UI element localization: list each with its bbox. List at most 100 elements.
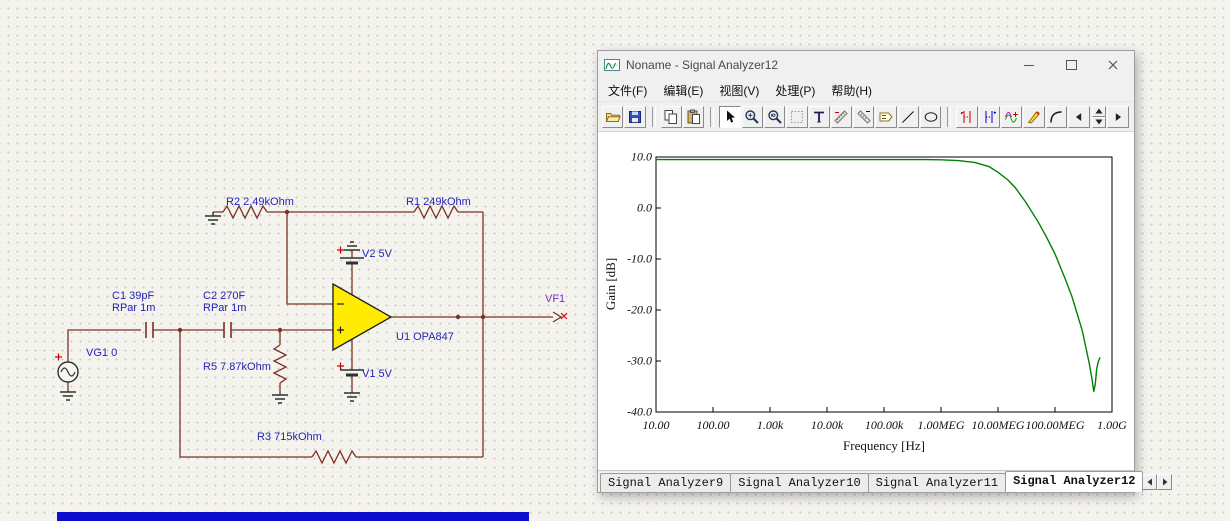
y-tick-label: -30.0	[627, 353, 652, 368]
ruler-a-icon	[834, 109, 849, 124]
resistor-r2[interactable]: R2 2.49kOhm	[205, 196, 294, 225]
label-c2: C2 270F	[203, 290, 245, 302]
text-tool-icon	[814, 111, 825, 122]
tab-signal-analyzer12[interactable]: Signal Analyzer12	[1005, 471, 1144, 492]
chart-region[interactable]: Gain [dB] Frequency [Hz] 10.00 100.00 1.00…	[598, 132, 1134, 472]
zoom-in-button[interactable]	[741, 105, 763, 128]
battery-v1[interactable]: V1 5V	[337, 362, 393, 402]
close-button[interactable]	[1092, 51, 1134, 79]
label-r2: R2 2.49kOhm	[226, 196, 294, 208]
open-button[interactable]	[602, 105, 624, 128]
y-tick-label: -40.0	[627, 404, 652, 419]
tab-scroll-left-button[interactable]	[1142, 473, 1158, 490]
tab-signal-analyzer10[interactable]: Signal Analyzer10	[730, 473, 869, 492]
plot-frame	[655, 156, 1113, 413]
ground-icon	[344, 241, 360, 251]
arc-icon	[1050, 110, 1062, 123]
battery-v2[interactable]: V2 5V	[337, 241, 393, 265]
save-button[interactable]	[624, 105, 646, 128]
menu-edit[interactable]: 编辑(E)	[655, 79, 711, 102]
next-curve-button[interactable]	[1107, 105, 1130, 128]
resistor-r5[interactable]: R5 7.87kOhm	[203, 344, 288, 404]
down-arrow-icon	[1095, 119, 1103, 125]
minimize-button[interactable]	[1008, 51, 1050, 79]
titlebar[interactable]: Noname - Signal Analyzer12	[598, 51, 1134, 79]
grid-icon	[790, 110, 803, 123]
left-arrow-icon	[1147, 478, 1152, 485]
cursor-a-icon	[960, 110, 971, 123]
ground-icon	[205, 212, 221, 225]
prev-curve-button[interactable]	[1068, 105, 1091, 128]
voltage-source-vg1[interactable]: VG1 0	[55, 347, 117, 401]
ruler-a-button[interactable]	[830, 105, 853, 128]
menu-help[interactable]: 帮助(H)	[823, 79, 880, 102]
label-v2: V2 5V	[362, 248, 393, 260]
x-tick-label: 10.00	[642, 418, 670, 432]
resistor-r1[interactable]: R1 249kOhm	[406, 196, 471, 220]
cursor-b-marker-button[interactable]	[978, 105, 1001, 128]
menu-process[interactable]: 处理(P)	[767, 79, 823, 102]
select-cursor-button[interactable]	[719, 105, 741, 128]
curves-button[interactable]	[1001, 105, 1023, 128]
y-tick-label: 10.0	[631, 149, 652, 164]
label-c1-rpar: RPar 1m	[112, 302, 155, 314]
grid-button[interactable]	[786, 105, 808, 128]
x-tick-label: 100.00k	[864, 418, 904, 432]
tab-signal-analyzer11[interactable]: Signal Analyzer11	[867, 473, 1007, 492]
ellipse-tool-button[interactable]	[920, 105, 942, 128]
x-tick-label: 10.00MEG	[971, 418, 1025, 432]
label-tag-button[interactable]	[875, 105, 897, 128]
y-tick-label: 0.0	[637, 200, 652, 215]
paste-button[interactable]	[682, 105, 705, 128]
copy-icon	[664, 109, 678, 124]
plus-sign	[55, 353, 62, 361]
copy-button[interactable]	[660, 105, 682, 128]
cursor-b-icon	[985, 110, 997, 123]
app-icon	[604, 57, 620, 73]
plus-sign	[337, 362, 344, 370]
line-tool-icon	[902, 110, 915, 123]
resistor-r3[interactable]: R3 715kOhm	[257, 431, 357, 465]
label-vg1: VG1 0	[86, 347, 117, 359]
curve-spinner	[1092, 105, 1107, 128]
curves-icon	[1004, 111, 1018, 123]
cursor-a-marker-button[interactable]	[956, 105, 978, 128]
up-arrow-icon	[1095, 108, 1103, 114]
label-v1: V1 5V	[362, 368, 393, 380]
right-arrow-icon	[1115, 112, 1122, 121]
ruler-b-button[interactable]	[853, 105, 875, 128]
capacitor-c1[interactable]: C1 39pF RPar 1m	[112, 290, 155, 338]
maximize-button[interactable]	[1050, 51, 1092, 79]
toolbar-separator	[710, 106, 715, 127]
spin-up-button[interactable]	[1092, 105, 1107, 117]
y-tick-label: -10.0	[627, 251, 652, 266]
window-title: Noname - Signal Analyzer12	[626, 58, 779, 72]
label-c2-rpar: RPar 1m	[203, 302, 246, 314]
arc-button[interactable]	[1045, 105, 1068, 128]
capacitor-c2[interactable]: C2 270F RPar 1m	[203, 290, 246, 338]
label-r3: R3 715kOhm	[257, 431, 322, 443]
toolbar	[598, 101, 1134, 132]
minimize-icon	[1024, 64, 1034, 66]
menu-file[interactable]: 文件(F)	[600, 79, 655, 102]
line-tool-button[interactable]	[897, 105, 920, 128]
toolbar-separator	[651, 106, 656, 127]
curve-nav-controls	[1068, 105, 1130, 128]
bottom-blue-bar	[57, 512, 529, 521]
label-u1: U1 OPA847	[396, 331, 454, 343]
ruler-b-icon	[857, 109, 871, 124]
save-icon	[628, 110, 641, 123]
spin-down-button[interactable]	[1092, 116, 1107, 128]
x-tick-label: 10.00k	[810, 418, 844, 432]
zoom-in-icon	[745, 109, 759, 124]
label-r1: R1 249kOhm	[406, 196, 471, 208]
schematic-canvas[interactable]: VG1 0 C1 39pF RPar 1m C2 270F RPar 1m R2…	[0, 0, 600, 521]
pen-button[interactable]	[1023, 105, 1045, 128]
tab-signal-analyzer9[interactable]: Signal Analyzer9	[600, 473, 732, 492]
left-arrow-icon	[1075, 112, 1082, 121]
zoom-100-button[interactable]	[763, 105, 786, 128]
text-tool-button[interactable]	[808, 105, 830, 128]
menu-view[interactable]: 视图(V)	[711, 79, 767, 102]
tab-scroll-right-button[interactable]	[1157, 473, 1173, 490]
tab-scroll-controls	[1142, 473, 1173, 490]
